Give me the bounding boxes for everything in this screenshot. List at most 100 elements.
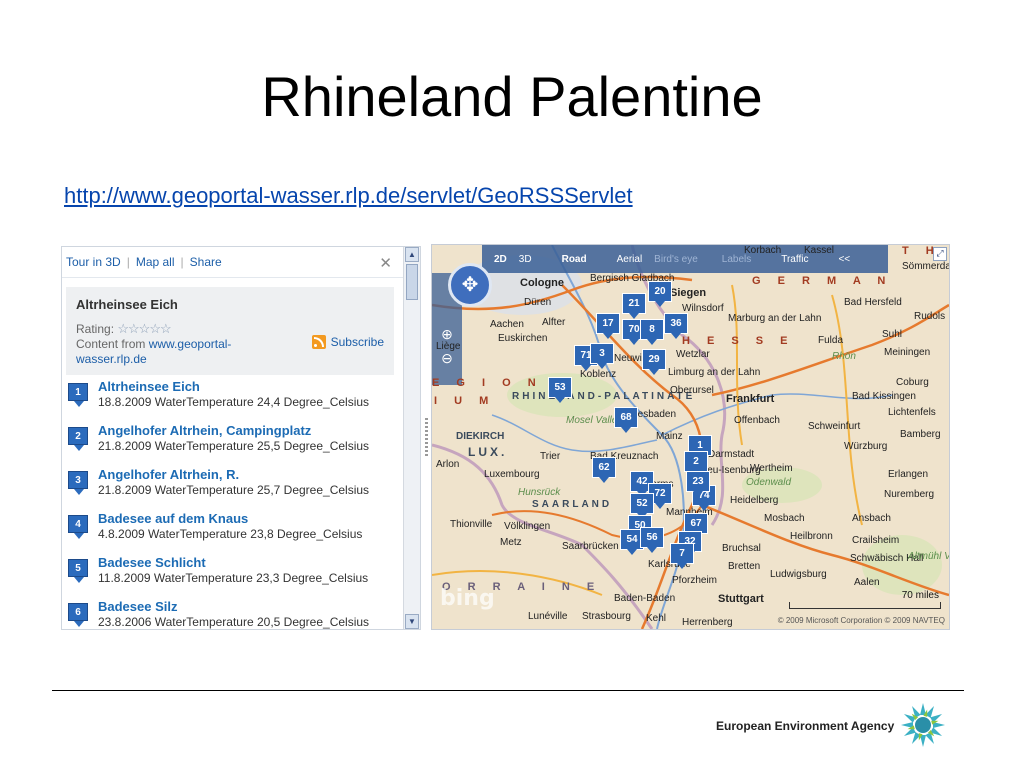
place-label: Korbach	[744, 245, 782, 256]
place-label: Limburg an der Lahn	[668, 367, 761, 378]
map-marker[interactable]: 20	[648, 281, 672, 307]
rating-label: Rating:	[76, 322, 115, 336]
place-label: Darmstadt	[708, 449, 755, 460]
place-label: Marburg an der Lahn	[728, 313, 822, 324]
place-label: Rudols	[914, 311, 946, 322]
result-description: 4.8.2009 WaterTemperature 23,8 Degree_Ce…	[98, 527, 363, 541]
map-marker[interactable]: 8	[640, 319, 664, 345]
list-item[interactable]: 4 Badesee auf dem Knaus 4.8.2009 WaterTe…	[66, 511, 396, 555]
place-label: Rhön	[832, 351, 856, 362]
share-link[interactable]: Share	[190, 255, 222, 269]
place-label: Oberursel	[670, 385, 714, 396]
result-pin-icon[interactable]: 6	[68, 603, 88, 627]
result-pin-icon[interactable]: 1	[68, 383, 88, 407]
panel-toolbar: Tour in 3D | Map all | Share	[62, 247, 420, 278]
list-item[interactable]: 3 Angelhofer Altrhein, R. 21.8.2009 Wate…	[66, 467, 396, 511]
slide-title: Rhineland Palentine	[261, 65, 763, 128]
place-label: Mosbach	[764, 513, 805, 524]
tour-3d-link[interactable]: Tour in 3D	[66, 255, 121, 269]
scroll-down-icon[interactable]: ▼	[405, 614, 419, 629]
map-marker[interactable]: 68	[614, 407, 638, 433]
place-label: Hunsrück	[518, 487, 561, 498]
list-item[interactable]: 1 Altrheinsee Eich 18.8.2009 WaterTemper…	[66, 379, 396, 423]
place-label: Crailsheim	[852, 535, 900, 546]
place-label: Bad Kissingen	[852, 391, 916, 402]
view-3d-button[interactable]: 3D	[519, 254, 532, 265]
place-label: Herrenberg	[682, 617, 733, 628]
map-marker[interactable]: 53	[548, 377, 572, 403]
map-marker[interactable]: 7	[670, 543, 694, 569]
list-item[interactable]: 6 Badesee Silz 23.8.2006 WaterTemperatur…	[66, 599, 396, 629]
region-label: SAARLAND	[532, 499, 613, 510]
result-title[interactable]: Altrheinsee Eich	[98, 379, 200, 394]
zoom-out-icon[interactable]: ⊖	[440, 351, 454, 365]
place-label: Bad Hersfeld	[844, 297, 902, 308]
pan-compass-icon[interactable]	[448, 263, 492, 307]
place-label: Odenwald	[746, 477, 792, 488]
map-view[interactable]: 2D 3D Road Aerial Bird's eye Labels Traf…	[431, 244, 950, 630]
scroll-up-icon[interactable]: ▲	[405, 247, 419, 262]
rating: Rating: ☆☆☆☆☆	[76, 321, 172, 337]
map-marker[interactable]: 17	[596, 313, 620, 339]
place-label: Pforzheim	[672, 575, 718, 586]
results-panel: Tour in 3D | Map all | Share ✕ Altrheins…	[61, 246, 421, 630]
place-label: Meiningen	[884, 347, 931, 358]
panel-scrollbar[interactable]: ▲ ▼	[403, 247, 420, 629]
place-label: Lichtenfels	[888, 407, 936, 418]
result-title[interactable]: Badesee auf dem Knaus	[98, 511, 248, 526]
region-label: H E S S E	[682, 335, 795, 347]
place-label: Völklingen	[504, 521, 551, 532]
aerial-style-button[interactable]: Aerial	[617, 254, 643, 265]
place-label: Heilbronn	[790, 531, 833, 542]
place-label: Ludwigsburg	[770, 569, 827, 580]
list-item[interactable]: 5 Badesee Schlicht 11.8.2009 WaterTemper…	[66, 555, 396, 599]
result-title[interactable]: Badesee Schlicht	[98, 555, 206, 570]
result-title[interactable]: Badesee Silz	[98, 599, 178, 614]
results-list: 1 Altrheinsee Eich 18.8.2009 WaterTemper…	[66, 379, 396, 629]
region-label: T H U R I N	[902, 245, 949, 257]
view-2d-button[interactable]: 2D	[494, 254, 507, 265]
toolbar-separator: |	[126, 255, 130, 269]
place-label: Heidelberg	[730, 495, 779, 506]
list-item[interactable]: 2 Angelhofer Altrhein, Campingplatz 21.8…	[66, 423, 396, 467]
result-description: 21.8.2009 WaterTemperature 25,7 Degree_C…	[98, 483, 370, 497]
place-label: Strasbourg	[582, 611, 631, 622]
map-marker[interactable]: 36	[664, 313, 688, 339]
birds-eye-button[interactable]: Bird's eye	[654, 254, 698, 265]
map-marker[interactable]: 23	[686, 471, 710, 497]
place-label: Bruchsal	[722, 543, 761, 554]
road-style-button[interactable]: Road	[562, 254, 587, 265]
close-icon[interactable]: ✕	[379, 254, 392, 272]
place-label: Schweinfurt	[808, 421, 861, 432]
place-label: Alfter	[542, 317, 566, 328]
place-label: Ansbach	[852, 513, 891, 524]
subscribe-button[interactable]: Subscribe	[311, 335, 384, 349]
map-marker[interactable]: 3	[590, 343, 614, 369]
map-marker[interactable]: 21	[622, 293, 646, 319]
map-marker[interactable]: 2	[684, 451, 708, 477]
panel-resize-handle[interactable]	[425, 418, 428, 458]
geoportal-link[interactable]: http://www.geoportal-wasser.rlp.de/servl…	[64, 183, 633, 209]
collapse-toolbar-icon[interactable]: <<	[838, 254, 850, 265]
map-marker[interactable]: 52	[630, 493, 654, 519]
place-label: Suhl	[882, 329, 903, 340]
map-marker[interactable]: 29	[642, 349, 666, 375]
place-label: Fulda	[818, 335, 844, 346]
scroll-thumb[interactable]	[406, 264, 418, 300]
rating-stars-icon[interactable]: ☆☆☆☆☆	[117, 321, 171, 336]
place-label: Nuremberg	[884, 489, 935, 500]
region-label: G E R M A N	[752, 275, 893, 287]
map-marker[interactable]: 62	[592, 457, 616, 483]
result-pin-icon[interactable]: 2	[68, 427, 88, 451]
result-title[interactable]: Angelhofer Altrhein, R.	[98, 467, 239, 482]
zoom-in-icon[interactable]: ⊕	[440, 327, 454, 341]
result-pin-icon[interactable]: 5	[68, 559, 88, 583]
place-label: Kehl	[646, 613, 667, 624]
map-all-link[interactable]: Map all	[136, 255, 175, 269]
result-pin-icon[interactable]: 4	[68, 515, 88, 539]
result-pin-icon[interactable]: 3	[68, 471, 88, 495]
place-label: Düren	[524, 297, 552, 308]
map-marker[interactable]: 56	[640, 527, 664, 553]
result-title[interactable]: Angelhofer Altrhein, Campingplatz	[98, 423, 311, 438]
place-label: Aalen	[854, 577, 880, 588]
